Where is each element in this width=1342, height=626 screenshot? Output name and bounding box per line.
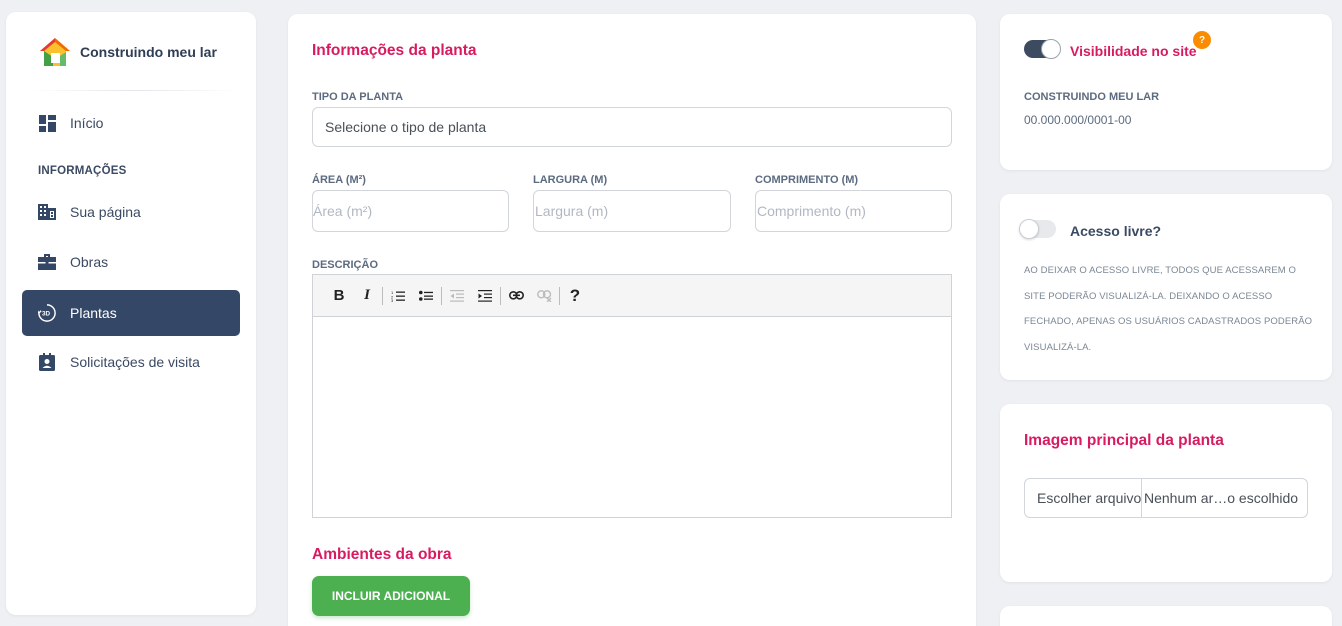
briefcase-icon: [38, 253, 56, 271]
outdent-icon: [450, 289, 464, 302]
link-icon: [508, 291, 524, 300]
outdent-button[interactable]: [443, 284, 471, 308]
svg-text:3: 3: [391, 298, 394, 302]
indent-button[interactable]: [471, 284, 499, 308]
indent-icon: [478, 289, 492, 302]
visibility-toggle[interactable]: [1024, 39, 1061, 59]
visibility-label: Visibilidade no site: [1070, 43, 1197, 59]
largura-label: LARGURA (M): [533, 174, 608, 186]
area-placeholder: Área (m²): [313, 203, 373, 219]
access-toggle[interactable]: [1019, 219, 1056, 239]
contact-badge-icon: [38, 353, 56, 371]
sidebar-item-label: Obras: [70, 254, 109, 270]
bullet-list-icon: [419, 290, 433, 301]
toolbar-separator: [500, 286, 501, 305]
bullet-list-button[interactable]: [412, 284, 440, 308]
editor-toolbar: B I 123 ?: [313, 275, 951, 317]
bold-button[interactable]: B: [325, 284, 353, 308]
editor-content-area[interactable]: [313, 317, 951, 517]
italic-button[interactable]: I: [353, 284, 381, 308]
image-file-input[interactable]: Escolher arquivo Nenhum ar…o escolhido: [1024, 478, 1308, 518]
sidebar: Construindo meu lar Início INFORMAÇÕES S…: [6, 12, 256, 615]
3d-rotate-icon: 3D: [38, 304, 56, 322]
image-title: Imagem principal da planta: [1024, 432, 1224, 449]
plant-form-card: Informações da planta TIPO DA PLANTA Sel…: [288, 14, 976, 626]
brand-name: Construindo meu lar: [80, 44, 217, 60]
area-input[interactable]: Área (m²): [312, 190, 509, 232]
numbered-list-button[interactable]: 123: [384, 284, 412, 308]
sidebar-item-label: Sua página: [70, 204, 141, 220]
next-card: [1000, 606, 1332, 626]
section-label-informacoes: INFORMAÇÕES: [38, 165, 127, 177]
access-note: AO DEIXAR O ACESSO LIVRE, TODOS QUE ACES…: [1024, 265, 1313, 353]
largura-input[interactable]: Largura (m): [533, 190, 731, 232]
area-label: ÁREA (M²): [312, 174, 366, 186]
brand[interactable]: Construindo meu lar: [38, 36, 217, 68]
largura-placeholder: Largura (m): [535, 203, 609, 219]
sidebar-item-plantas[interactable]: 3D Plantas: [22, 290, 240, 336]
svg-text:3D: 3D: [42, 311, 51, 318]
sidebar-item-inicio[interactable]: Início: [22, 100, 240, 146]
numbered-list-icon: 123: [391, 290, 405, 302]
sidebar-item-label: Solicitações de visita: [70, 354, 200, 370]
sidebar-item-label: Início: [70, 115, 104, 131]
brand-divider: [30, 90, 240, 91]
visibility-card: Visibilidade no site ? CONSTRUINDO MEU L…: [1000, 14, 1332, 170]
company-label: CONSTRUINDO MEU LAR: [1024, 91, 1160, 103]
access-label: Acesso livre?: [1070, 223, 1162, 239]
sidebar-item-solicitacoes[interactable]: Solicitações de visita: [22, 339, 240, 385]
unlink-button[interactable]: [530, 284, 558, 308]
sidebar-item-label: Plantas: [70, 305, 117, 321]
form-title: Informações da planta: [312, 42, 477, 59]
access-card: Acesso livre? AO DEIXAR O ACESSO LIVRE, …: [1000, 194, 1332, 380]
comprimento-label: COMPRIMENTO (M): [755, 174, 859, 186]
toggle-knob: [1041, 39, 1061, 59]
description-editor: B I 123 ?: [312, 274, 952, 518]
house-logo-icon: [40, 38, 70, 66]
help-badge-icon[interactable]: ?: [1193, 31, 1211, 49]
incluir-adicional-button[interactable]: INCLUIR ADICIONAL: [312, 576, 470, 616]
building-icon: [38, 203, 56, 221]
tipo-select-value: Selecione o tipo de planta: [325, 119, 487, 135]
unlink-icon: [536, 289, 551, 302]
link-button[interactable]: [502, 284, 530, 308]
ambientes-title: Ambientes da obra: [312, 546, 452, 563]
file-name-text: Nenhum ar…o escolhido: [1144, 490, 1299, 506]
tipo-label: TIPO DA PLANTA: [312, 91, 404, 103]
dashboard-icon: [38, 114, 56, 132]
tipo-select[interactable]: Selecione o tipo de planta: [312, 107, 952, 147]
sidebar-item-sua-pagina[interactable]: Sua página: [22, 189, 240, 235]
toggle-knob: [1019, 219, 1039, 239]
cnpj-text: 00.000.000/0001-00: [1024, 113, 1132, 127]
toolbar-separator: [441, 286, 442, 305]
sidebar-item-obras[interactable]: Obras: [22, 239, 240, 285]
image-card: Imagem principal da planta Escolher arqu…: [1000, 404, 1332, 582]
comprimento-placeholder: Comprimento (m): [757, 203, 866, 219]
choose-file-button[interactable]: Escolher arquivo: [1025, 479, 1142, 517]
toolbar-separator: [559, 286, 560, 305]
toolbar-separator: [382, 286, 383, 305]
descricao-label: DESCRIÇÃO: [312, 259, 379, 271]
help-button[interactable]: ?: [561, 284, 589, 308]
comprimento-input[interactable]: Comprimento (m): [755, 190, 952, 232]
